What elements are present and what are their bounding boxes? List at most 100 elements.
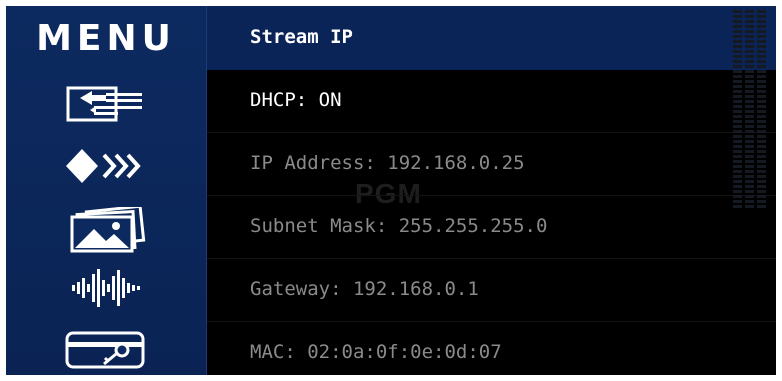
meter-segment [733, 145, 742, 148]
meter-segment [757, 190, 766, 193]
meter-segment [757, 185, 766, 188]
dhcp-setting-label: DHCP: ON [250, 89, 342, 111]
meter-segment [757, 205, 766, 208]
meter-segment [745, 10, 754, 13]
gateway-setting[interactable]: Gateway: 192.168.0.1 [207, 259, 776, 322]
meter-segment [757, 135, 766, 138]
meter-segment [745, 200, 754, 203]
meter-segment [733, 45, 742, 48]
meter-segment [745, 15, 754, 18]
meter-segment [757, 200, 766, 203]
sidebar-menu: MENU [6, 6, 207, 375]
meter-segment [757, 110, 766, 113]
meter-segment [733, 75, 742, 78]
meter-segment [745, 180, 754, 183]
meter-segment [757, 125, 766, 128]
transition-icon[interactable] [56, 140, 156, 192]
meter-segment [733, 25, 742, 28]
meter-segment [745, 35, 754, 38]
meter-segment [745, 50, 754, 53]
meter-segment [745, 85, 754, 88]
meter-segment [733, 165, 742, 168]
meter-segment [745, 110, 754, 113]
meter-segment [745, 185, 754, 188]
meter-segment [733, 110, 742, 113]
ip-address-setting[interactable]: IP Address: 192.168.0.25 [207, 133, 776, 196]
meter-segment [757, 115, 766, 118]
meter-segment [733, 50, 742, 53]
meter-segment [733, 175, 742, 178]
meter-segment [733, 195, 742, 198]
meter-segment [733, 185, 742, 188]
meter-segment [733, 105, 742, 108]
meter-segment [733, 120, 742, 123]
meter-segment [745, 70, 754, 73]
meter-segment [733, 200, 742, 203]
meter-segment [745, 20, 754, 23]
meter-segment [733, 115, 742, 118]
meter-segment [757, 85, 766, 88]
meter-segment [745, 30, 754, 33]
meter-segment [733, 135, 742, 138]
meter-segment [745, 205, 754, 208]
input-output-icon[interactable] [56, 78, 156, 130]
meter-segment [745, 55, 754, 58]
meter-segment [745, 75, 754, 78]
meter-segment [757, 55, 766, 58]
meter-segment [745, 155, 754, 158]
panel-header: Stream IP [207, 6, 776, 70]
meter-segment [757, 20, 766, 23]
settings-panel: Stream IP PGM DHCP: ON IP Address: 192.1… [207, 6, 776, 375]
meter-segment [733, 205, 742, 208]
meter-segment [733, 30, 742, 33]
audio-icon[interactable] [56, 262, 156, 314]
meter-segment [757, 195, 766, 198]
meter-segment [757, 105, 766, 108]
meter-segment [733, 150, 742, 153]
meter-segment [733, 40, 742, 43]
meter-segment [745, 60, 754, 63]
dhcp-setting[interactable]: DHCP: ON [207, 70, 776, 133]
meter-segment [745, 160, 754, 163]
key-icon[interactable] [56, 324, 156, 375]
menu-title: MENU [36, 18, 176, 59]
meter-segment [745, 115, 754, 118]
meter-segment [757, 70, 766, 73]
meter-segment [745, 40, 754, 43]
meter-segment [757, 50, 766, 53]
meter-segment [733, 80, 742, 83]
meter-segment [757, 100, 766, 103]
meter-segment [745, 150, 754, 153]
meter-segment [757, 170, 766, 173]
meter-segment [757, 80, 766, 83]
subnet-mask-setting[interactable]: Subnet Mask: 255.255.255.0 [207, 196, 776, 259]
mac-address-label: MAC: 02:0a:0f:0e:0d:07 [250, 341, 502, 363]
meter-segment [745, 130, 754, 133]
meter-segment [757, 175, 766, 178]
meter-segment [733, 155, 742, 158]
meter-segment [757, 145, 766, 148]
meter-segment [733, 35, 742, 38]
meter-segment [733, 130, 742, 133]
device-screen: MENU Stream IP PGM DHCP: ON IP Address: … [6, 6, 776, 375]
meter-segment [757, 130, 766, 133]
meter-segment [733, 20, 742, 23]
gateway-label: Gateway: 192.168.0.1 [250, 278, 479, 300]
meter-segment [745, 80, 754, 83]
meter-segment [745, 105, 754, 108]
meter-segment [757, 25, 766, 28]
meter-segment [745, 125, 754, 128]
meter-segment [733, 140, 742, 143]
meter-segment [757, 30, 766, 33]
media-icon[interactable] [56, 204, 156, 256]
mac-address-setting[interactable]: MAC: 02:0a:0f:0e:0d:07 [207, 322, 776, 375]
meter-segment [757, 95, 766, 98]
meter-segment [757, 45, 766, 48]
meter-segment [757, 155, 766, 158]
meter-segment [733, 15, 742, 18]
meter-segment [733, 70, 742, 73]
meter-segment [733, 60, 742, 63]
meter-segment [745, 165, 754, 168]
meter-segment [745, 135, 754, 138]
meter-segment [745, 45, 754, 48]
